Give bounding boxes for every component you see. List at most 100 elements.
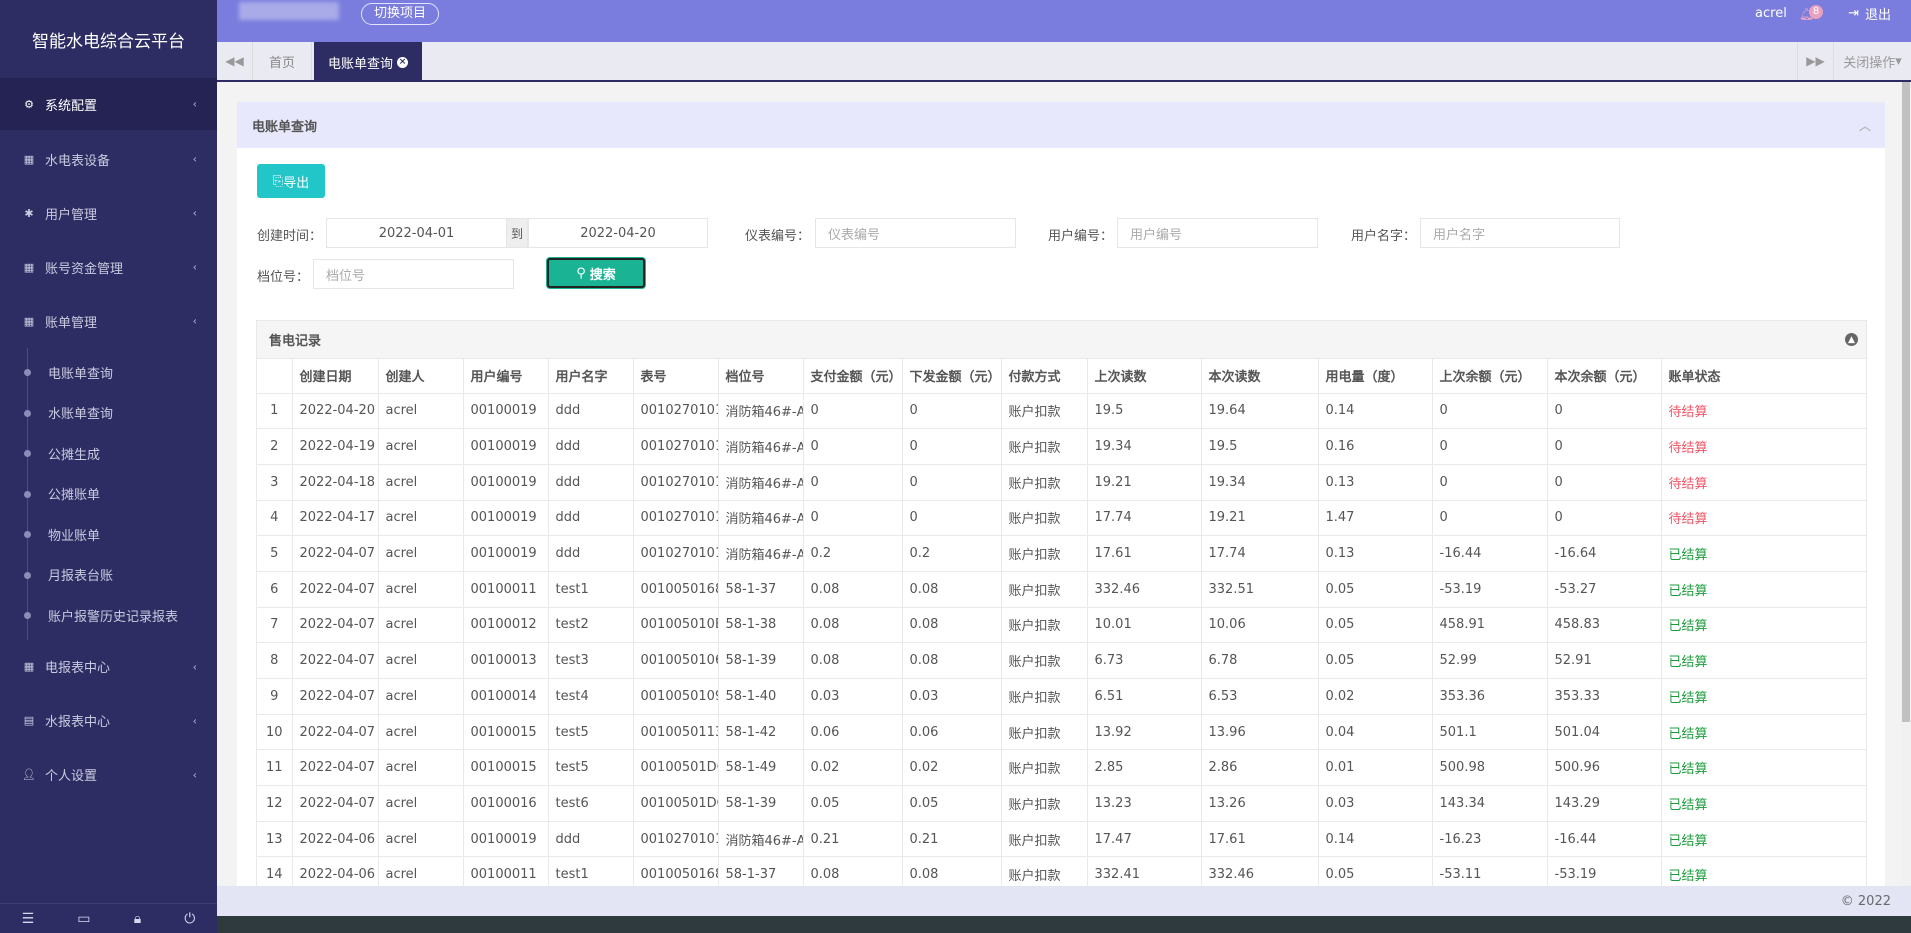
- column-header[interactable]: 支付金额（元）: [803, 359, 903, 394]
- status-cell: 已结算: [1661, 714, 1866, 751]
- column-header[interactable]: 创建日期: [292, 359, 379, 394]
- date-from-input[interactable]: 2022-04-01: [326, 218, 507, 248]
- lock-icon[interactable]: 🔒︎: [134, 911, 141, 927]
- column-header[interactable]: 创建人: [378, 359, 464, 394]
- table-row[interactable]: 4 2022-04-17 acrel 00100019 ddd 0010270101 消防箱…: [257, 500, 1866, 537]
- table-cell: acrel: [378, 642, 464, 679]
- submenu-item[interactable]: 水账单查询: [0, 393, 217, 434]
- sidebar-item-after1[interactable]: ▤ 水报表中心 ‹: [0, 694, 217, 748]
- column-header[interactable]: 用户名字: [548, 359, 634, 394]
- table-cell: 00100019: [463, 535, 549, 572]
- table-row[interactable]: 10 2022-04-07 acrel 00100015 test5 0010050113…: [257, 714, 1866, 751]
- table-cell: 5: [257, 535, 293, 572]
- column-header[interactable]: 上次余额（元）: [1432, 359, 1548, 394]
- table-row[interactable]: 3 2022-04-18 acrel 00100019 ddd 0010270101 消防箱…: [257, 464, 1866, 501]
- export-button[interactable]: ⎘ 导出: [257, 164, 325, 198]
- menu-toggle-icon[interactable]: ☰: [22, 911, 35, 927]
- tab-scroll-left-icon[interactable]: ◀◀: [217, 42, 253, 80]
- column-header[interactable]: 表号: [633, 359, 719, 394]
- table-cell: 0.08: [902, 642, 1002, 679]
- column-header[interactable]: 本次读数: [1201, 359, 1319, 394]
- sidebar-item-after2[interactable]: 👤︎ 个人设置 ‹: [0, 748, 217, 802]
- column-header[interactable]: [257, 359, 293, 394]
- submenu-item[interactable]: 账户报警历史记录报表: [0, 595, 217, 636]
- sidebar-item-top2[interactable]: ✱ 用户管理 ‹: [0, 186, 217, 240]
- submenu-item[interactable]: 电账单查询: [0, 352, 217, 393]
- table-cell: test1: [548, 571, 634, 608]
- table-cell: 账户扣款: [1001, 571, 1088, 608]
- column-header[interactable]: 账单状态: [1661, 359, 1866, 394]
- table-cell: acrel: [378, 821, 464, 858]
- table-row[interactable]: 11 2022-04-07 acrel 00100015 test5 00100501D6…: [257, 749, 1866, 787]
- collapse-circle-icon[interactable]: ▲: [1845, 333, 1858, 346]
- user-name-input[interactable]: 用户名字: [1420, 218, 1620, 248]
- close-tab-icon[interactable]: ×: [397, 56, 409, 68]
- user-no-input[interactable]: 用户编号: [1117, 218, 1318, 248]
- table-cell: 9: [257, 678, 293, 715]
- sidebar-item-top4[interactable]: ▦ 账单管理 ‹: [0, 294, 217, 348]
- bell-icon[interactable]: 🔔︎ 8: [1799, 4, 1824, 21]
- table-cell: 2022-04-07: [292, 642, 379, 679]
- table-cell: 0: [1547, 428, 1662, 465]
- column-header[interactable]: 付款方式: [1001, 359, 1088, 394]
- table-row[interactable]: 6 2022-04-07 acrel 00100011 test1 0010050168 5…: [257, 571, 1866, 608]
- column-header[interactable]: 上次读数: [1087, 359, 1202, 394]
- column-header[interactable]: 下发金额（元）: [902, 359, 1002, 394]
- tab-home[interactable]: 首页: [253, 42, 313, 80]
- table-cell: 0010050113: [633, 714, 719, 751]
- submenu-item[interactable]: 物业账单: [0, 514, 217, 555]
- table-row[interactable]: 2 2022-04-19 acrel 00100019 ddd 0010270101 消防箱…: [257, 428, 1866, 465]
- collapse-icon[interactable]: ︿: [1859, 117, 1871, 134]
- sidebar-item-after0[interactable]: ▦ 电报表中心 ‹: [0, 640, 217, 694]
- table-cell: ddd: [548, 428, 634, 465]
- power-icon[interactable]: ⏻: [184, 911, 195, 927]
- logout-button[interactable]: ⇥ 退出: [1848, 4, 1891, 23]
- table-row[interactable]: 13 2022-04-06 acrel 00100019 ddd 0010270101 消防…: [257, 821, 1866, 858]
- table-row[interactable]: 8 2022-04-07 acrel 00100013 test3 0010050106 5…: [257, 642, 1866, 679]
- table-row[interactable]: 9 2022-04-07 acrel 00100014 test4 0010050109 5…: [257, 678, 1866, 715]
- table-cell: 账户扣款: [1001, 393, 1088, 430]
- submenu-item[interactable]: 公摊生成: [0, 433, 217, 474]
- table-cell: 12: [257, 785, 293, 822]
- table-cell: test5: [548, 749, 634, 787]
- table-row[interactable]: 7 2022-04-07 acrel 00100012 test2 001005010B 5…: [257, 607, 1866, 644]
- table-cell: 00100013: [463, 642, 549, 679]
- close-operations-dropdown[interactable]: 关闭操作 ▾: [1833, 42, 1911, 80]
- switch-project-button[interactable]: 切换项目: [361, 3, 440, 25]
- user-icon: 👤︎: [22, 768, 36, 781]
- table-cell: 0: [902, 393, 1002, 430]
- scrollbar-thumb[interactable]: [1902, 82, 1910, 722]
- sales-records-box: 售电记录 ▲ 创建日期 创建人 用户编号 用户名字 表号 档位号 支付金额（元） 下发金额（元…: [256, 320, 1867, 912]
- tab-electric-bill-query[interactable]: 电账单查询 ×: [314, 42, 423, 82]
- page-scrollbar[interactable]: [1901, 82, 1911, 886]
- table-cell: acrel: [378, 535, 464, 572]
- chevron-left-icon: ‹: [192, 152, 197, 166]
- monitor-icon[interactable]: ▭: [77, 911, 90, 927]
- table-cell: 0.2: [902, 535, 1002, 572]
- column-header[interactable]: 本次余额（元）: [1547, 359, 1662, 394]
- sidebar-item-top3[interactable]: ▦ 账号资金管理 ‹: [0, 240, 217, 294]
- table-row[interactable]: 5 2022-04-07 acrel 00100019 ddd 0010270101 消防箱…: [257, 535, 1866, 572]
- table-row[interactable]: 1 2022-04-20 acrel 00100019 ddd 0010270101 消防箱…: [257, 393, 1866, 430]
- meter-no-input[interactable]: 仪表编号: [815, 218, 1016, 248]
- tab-scroll-right-icon[interactable]: ▶▶: [1797, 42, 1833, 80]
- submenu-item[interactable]: 公摊账单: [0, 474, 217, 515]
- table-cell: 00100019: [463, 428, 549, 465]
- status-cell: 已结算: [1661, 785, 1866, 822]
- sidebar-item-top0[interactable]: ⚙ 系统配置 ‹: [0, 78, 217, 130]
- column-header[interactable]: 用户编号: [463, 359, 549, 394]
- meter-no-label: 仪表编号：: [745, 229, 811, 244]
- sidebar-item-top1[interactable]: ▦ 水电表设备 ‹: [0, 132, 217, 186]
- date-to-input[interactable]: 2022-04-20: [528, 218, 708, 248]
- column-header[interactable]: 档位号: [718, 359, 804, 394]
- table-row[interactable]: 12 2022-04-07 acrel 00100016 test6 00100501DC…: [257, 785, 1866, 822]
- username[interactable]: acrel: [1755, 6, 1787, 21]
- column-header[interactable]: 用电量（度）: [1318, 359, 1433, 394]
- search-button[interactable]: ⚲ 搜索: [547, 258, 645, 288]
- table-cell: 2022-04-17: [292, 500, 379, 537]
- table-cell: test4: [548, 678, 634, 715]
- slot-input[interactable]: 档位号: [313, 259, 514, 289]
- table-cell: acrel: [378, 607, 464, 644]
- calendar-icon: ▦: [23, 260, 35, 274]
- submenu-item[interactable]: 月报表台账: [0, 555, 217, 596]
